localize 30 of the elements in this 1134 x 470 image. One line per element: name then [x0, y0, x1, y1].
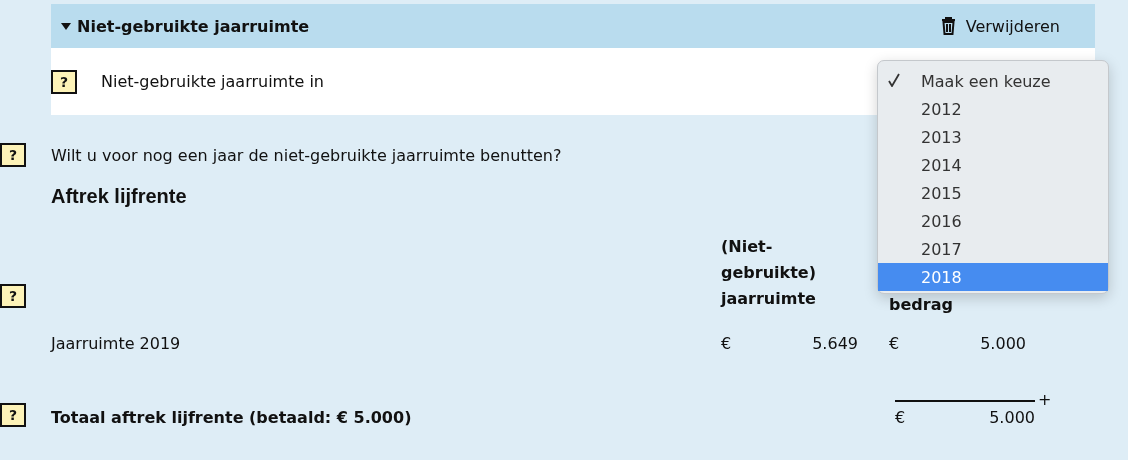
currency-symbol: € [721, 334, 732, 353]
checkmark-icon [888, 72, 900, 87]
dropdown-option[interactable]: 2014 [878, 151, 1108, 179]
dropdown-option[interactable]: 2012 [878, 95, 1108, 123]
column-header: bedrag [889, 294, 953, 316]
dropdown-option[interactable]: 2013 [878, 123, 1108, 151]
amount-value: 5.649 [812, 334, 858, 353]
section-heading: Aftrek lijfrente [51, 185, 187, 208]
caret-icon[interactable] [61, 21, 71, 31]
help-icon[interactable]: ? [0, 403, 26, 427]
currency-symbol: € [895, 408, 906, 427]
row-label: Jaarruimte 2019 [51, 334, 182, 353]
dropdown-option[interactable]: 2015 [878, 179, 1108, 207]
help-icon[interactable]: ? [0, 284, 26, 308]
field-label: Niet-gebruikte jaarruimte in [101, 72, 324, 91]
section-title: Niet-gebruikte jaarruimte [77, 16, 310, 36]
question-text: Wilt u voor nog een jaar de niet-gebruikte jaarruimte benutten? [51, 145, 562, 165]
dropdown-option[interactable]: 2017 [878, 235, 1108, 263]
help-icon[interactable]: ? [51, 69, 77, 94]
trash-icon [940, 17, 956, 35]
dropdown-option[interactable]: 2016 [878, 207, 1108, 235]
help-icon[interactable]: ? [0, 143, 26, 167]
column-header: (Niet-gebruikte) jaarruimte [721, 236, 817, 310]
plus-sign: + [1038, 390, 1052, 409]
dropdown-option[interactable]: Maak een keuze [878, 67, 1108, 95]
currency-symbol: € [889, 334, 900, 353]
delete-button[interactable]: Verwijderen [940, 14, 1060, 38]
amount-value: 5.000 [980, 334, 1026, 353]
total-label: Totaal aftrek lijfrente (betaald: € 5.000) [51, 408, 413, 427]
total-amount: 5.000 [989, 408, 1035, 427]
